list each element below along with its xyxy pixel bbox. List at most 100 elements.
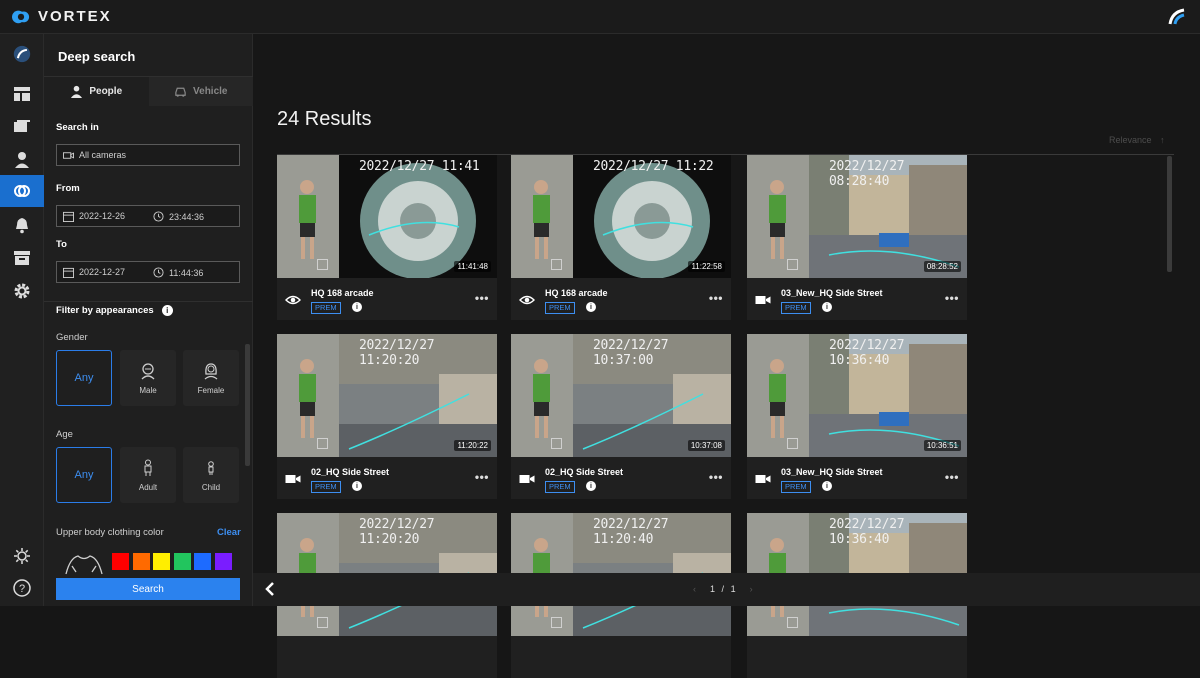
cameras-icon[interactable]	[0, 111, 44, 143]
results-scrollbar[interactable]	[1167, 156, 1172, 272]
results-count: 24 Results	[277, 108, 372, 130]
panel-scrollbar[interactable]	[245, 344, 250, 466]
result-thumbnail[interactable]: 2022/12/27 10:36:40 10:36:51	[747, 334, 967, 457]
clip-time: 11:41:48	[454, 261, 491, 272]
video-timestamp: 2022/12/27 11:20:40	[593, 517, 669, 547]
from-datetime-field[interactable]: 2022-12-26 23:44:36	[56, 205, 240, 227]
gender-female-option[interactable]: Female	[183, 350, 239, 406]
eye-icon	[519, 295, 535, 305]
prev-page-button[interactable]: ‹	[693, 584, 696, 594]
result-card[interactable]: 2022/12/27 10:37:00 10:37:08 02_HQ Side St…	[511, 334, 731, 499]
search-rings-icon	[14, 185, 30, 197]
expand-icon[interactable]	[317, 259, 328, 270]
dashboard-icon[interactable]	[0, 78, 44, 110]
page-indicator: 1 / 1	[710, 584, 736, 594]
result-card[interactable]: 2022/12/27 11:41 11:41:48 HQ 168 arcade PRE…	[277, 155, 497, 320]
info-icon[interactable]: i	[586, 302, 596, 312]
top-bar: VORTEX	[0, 0, 1200, 34]
tab-vehicle[interactable]: Vehicle	[148, 77, 253, 106]
expand-icon[interactable]	[551, 438, 562, 449]
result-card[interactable]: 2022/12/27 10:36:40 10:36:51 03_New_HQ Sid…	[747, 334, 967, 499]
people-icon[interactable]	[0, 144, 44, 176]
result-thumbnail[interactable]: 2022/12/27 11:41 11:41:48	[277, 155, 497, 278]
color-swatch-purple[interactable]	[214, 553, 232, 570]
settings-icon[interactable]	[0, 275, 44, 307]
more-options-icon[interactable]: •••	[945, 470, 959, 484]
vortex-logo-icon	[12, 10, 30, 24]
result-card[interactable]: 2022/12/27 08:28:40 08:28:52 03_New_HQ Sid…	[747, 155, 967, 320]
more-options-icon[interactable]: •••	[475, 470, 489, 484]
camera-icon	[63, 151, 74, 159]
results-area: 24 Results Relevance ↑ 2022/12/27 11:41 1…	[253, 34, 1200, 678]
help-icon[interactable]: ?	[0, 572, 44, 604]
calendar-icon	[63, 211, 74, 222]
age-child-option[interactable]: Child	[183, 447, 239, 503]
expand-icon[interactable]	[551, 259, 562, 270]
tab-people[interactable]: People	[44, 77, 149, 106]
age-any-option[interactable]: Any	[56, 447, 112, 503]
color-swatch-blue[interactable]	[194, 553, 211, 570]
clip-time: 10:36:51	[923, 440, 961, 451]
result-card[interactable]: 2022/12/27 11:22 11:22:58 HQ 168 arcade PRE…	[511, 155, 731, 320]
result-thumbnail[interactable]: 2022/12/27 08:28:40 08:28:52	[747, 155, 967, 278]
info-icon[interactable]: i	[352, 481, 362, 491]
theme-toggle-icon[interactable]	[0, 540, 44, 572]
info-icon[interactable]: i	[586, 481, 596, 491]
info-icon[interactable]: i	[822, 302, 832, 312]
option-label: Child	[201, 482, 221, 492]
result-thumbnail[interactable]: 2022/12/27 10:37:00 10:37:08	[511, 334, 731, 457]
next-page-button[interactable]: ›	[750, 584, 753, 594]
more-options-icon[interactable]: •••	[709, 470, 723, 484]
expand-icon[interactable]	[551, 617, 562, 628]
more-options-icon[interactable]: •••	[475, 291, 489, 305]
search-in-label: Search in	[56, 122, 99, 133]
color-swatch-yellow[interactable]	[153, 553, 170, 570]
result-thumbnail[interactable]: 2022/12/27 11:22 11:22:58	[511, 155, 731, 278]
result-card[interactable]: 2022/12/27 11:20:20 11:20:22 02_HQ Side St…	[277, 334, 497, 499]
clear-link[interactable]: Clear	[217, 527, 241, 538]
info-icon[interactable]: i	[822, 481, 832, 491]
svg-text:?: ?	[19, 583, 25, 595]
option-label: Adult	[138, 482, 158, 492]
result-thumbnail[interactable]: 2022/12/27 11:20:20 11:20:22	[277, 334, 497, 457]
prem-badge: PREM	[545, 302, 575, 314]
search-button[interactable]: Search	[56, 578, 240, 600]
expand-icon[interactable]	[787, 438, 798, 449]
more-options-icon[interactable]: •••	[709, 291, 723, 305]
expand-icon[interactable]	[317, 438, 328, 449]
age-adult-option[interactable]: Adult	[120, 447, 176, 503]
info-icon[interactable]: i	[352, 302, 362, 312]
alerts-icon[interactable]	[0, 209, 44, 241]
camera-select[interactable]: All cameras	[56, 144, 240, 166]
expand-icon[interactable]	[787, 617, 798, 628]
camera-name: 03_New_HQ Side Street	[781, 288, 883, 298]
color-swatch-orange[interactable]	[132, 553, 150, 570]
tab-label: Vehicle	[193, 86, 228, 97]
home-logo-icon[interactable]	[0, 38, 44, 70]
filter-title-text: Filter by appearances	[56, 305, 154, 316]
video-wall-icon	[14, 120, 30, 132]
info-icon[interactable]: i	[161, 305, 173, 316]
shirt-icon	[65, 555, 103, 575]
to-label: To	[56, 239, 67, 250]
sort-control[interactable]: Relevance ↑	[1109, 135, 1165, 145]
color-swatch-green[interactable]	[173, 553, 191, 570]
color-swatch-red[interactable]	[112, 553, 129, 570]
deep-search-icon[interactable]	[0, 175, 44, 207]
vortex-mark-icon[interactable]	[1166, 6, 1188, 28]
to-datetime-field[interactable]: 2022-12-27 11:44:36	[56, 261, 240, 283]
male-icon	[141, 362, 155, 379]
current-page: 1	[710, 584, 716, 594]
gender-male-option[interactable]: Male	[120, 350, 176, 406]
gender-any-option[interactable]: Any	[56, 350, 112, 406]
divider	[44, 301, 253, 302]
expand-icon[interactable]	[317, 617, 328, 628]
page-separator: /	[721, 584, 725, 594]
clock-icon	[153, 211, 164, 222]
more-options-icon[interactable]: •••	[945, 291, 959, 305]
expand-icon[interactable]	[787, 259, 798, 270]
archive-icon[interactable]	[0, 242, 44, 274]
back-chevron-icon[interactable]	[263, 581, 277, 597]
brand-name: VORTEX	[38, 7, 112, 25]
tab-label: People	[89, 86, 123, 97]
